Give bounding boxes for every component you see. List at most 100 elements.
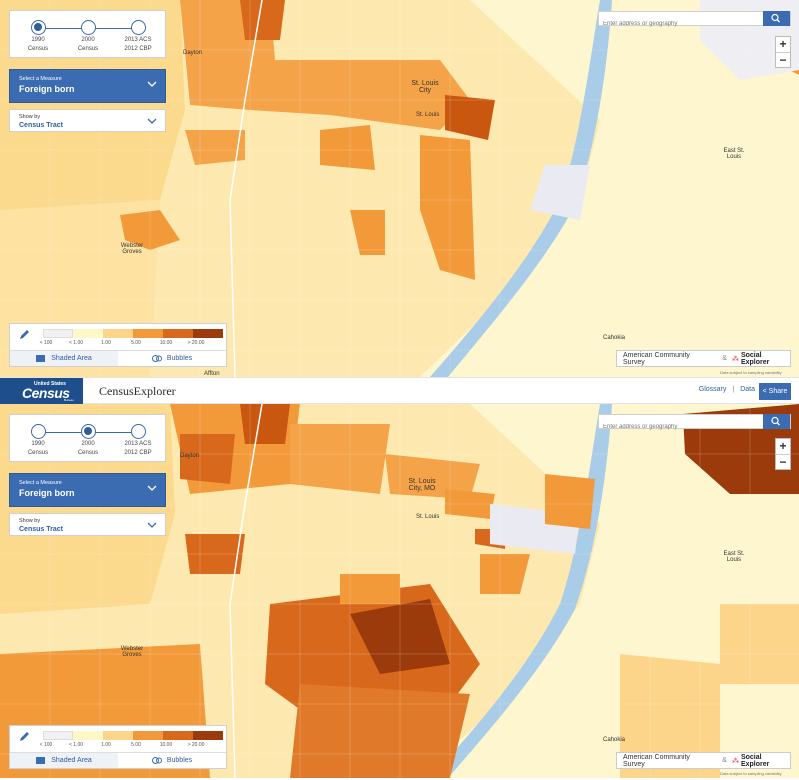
legend-label: 5.00 [131,742,141,748]
logo-census: Census [22,385,70,401]
legend-label: > 20.00 [187,340,205,346]
timeline-dot[interactable] [30,424,46,439]
measure-select[interactable]: Select a Measure Foreign born [9,69,166,103]
zoom-out-button[interactable]: − [776,454,790,469]
timeline-step-2013[interactable]: 2013 ACS 2012 CBP [114,424,162,457]
chevron-down-icon [147,485,157,491]
zoom-control: + − [775,438,791,470]
census-logo[interactable]: United States Census Bureau [0,378,83,405]
show-by-caption: Show by [19,114,41,120]
tab-label: Bubbles [166,355,193,362]
legend-label: < 1.00 [68,742,84,748]
search-button[interactable] [763,414,790,429]
tab-shaded-area[interactable]: Shaded Area [10,351,118,366]
place-label-cahokia: Cahokia [603,737,626,743]
timeline-source: Census [27,450,49,456]
social-explorer-brand[interactable]: Social Explorer [741,352,790,366]
legend-swatch [43,329,73,338]
tab-bubbles[interactable]: Bubbles [118,351,226,366]
legend: < 100 < 1.00 1.00 5.00 10.00 > 20.00 Sha… [9,725,227,769]
legend-label: > 20.00 [187,742,205,748]
legend-swatch [103,329,133,338]
link-separator: | [732,386,735,393]
social-explorer-icon: ⁂ [731,757,739,765]
search-input[interactable] [599,420,759,434]
timeline-step-2000[interactable]: 2000 Census [64,20,112,53]
pencil-icon[interactable] [18,329,30,341]
place-label-webster-groves: Webster Groves [120,646,144,658]
legend-label: 1.00 [101,742,111,748]
bubbles-icon [151,355,162,362]
show-by-select[interactable]: Show by Census Tract [9,109,166,132]
shaded-area-icon [36,355,46,362]
zoom-in-button[interactable]: + [776,439,790,454]
share-label: Share [768,388,788,395]
legend-label: 5.00 [131,340,141,346]
timeline-source: 2012 CBP [124,46,152,52]
legend-swatch [133,731,163,740]
app-title: CensusExplorer [99,384,176,398]
legend-label: < 100 [39,742,53,748]
share-button[interactable]: < Share [759,383,791,400]
zoom-in-button[interactable]: + [776,37,790,52]
timeline-source: Census [77,46,99,52]
search-box [598,414,791,434]
timeline-step-2013[interactable]: 2013 ACS 2012 CBP [114,20,162,53]
timeline-year: 1990 [31,441,45,447]
map-panel-2000: Dayton St. Louis City, MO St. Louis East… [0,404,799,778]
zoom-out-button[interactable]: − [776,52,790,67]
year-timeline: 1990 Census 2000 Census 2013 ACS 2012 CBP [9,10,166,58]
show-by-select[interactable]: Show by Census Tract [9,513,166,536]
measure-select[interactable]: Select a Measure Foreign born [9,473,166,507]
place-label-dayton: Dayton [180,453,200,459]
glossary-link[interactable]: Glossary [699,386,727,393]
tab-label: Shaded Area [51,757,92,764]
timeline-year: 2000 [81,441,95,447]
show-by-caption: Show by [19,518,41,524]
timeline-step-1990[interactable]: 1990 Census [14,424,62,457]
legend-swatch [193,329,223,338]
measure-value: Foreign born [19,488,75,498]
year-timeline: 1990 Census 2000 Census 2013 ACS 2012 CBP [9,414,166,462]
search-button[interactable] [763,11,790,26]
legend-swatch [163,329,193,338]
timeline-dot[interactable] [30,20,46,35]
shaded-area-icon [36,757,46,764]
timeline-source: Census [27,46,49,52]
search-input[interactable] [599,17,759,31]
timeline-year: 2013 ACS [124,37,152,43]
legend-swatch [43,731,73,740]
legend-swatches [43,329,223,338]
tab-bubbles[interactable]: Bubbles [118,753,226,768]
header-links: Glossary | Data [699,386,755,393]
pencil-icon[interactable] [18,731,30,743]
survey-name: American Community Survey [623,351,690,366]
place-label-st-louis: St. Louis [416,112,440,118]
show-by-value: Census Tract [19,526,63,533]
measure-value: Foreign born [19,84,75,94]
sampling-note: Data subject to sampling variability [720,370,782,375]
legend: < 100 < 1.00 1.00 5.00 10.00 > 20.00 Sha… [9,323,227,367]
timeline-dot[interactable] [80,20,96,35]
timeline-step-2000[interactable]: 2000 Census [64,424,112,457]
timeline-year: 2000 [81,37,95,43]
timeline-dot[interactable] [130,20,146,35]
chevron-down-icon [147,81,157,87]
legend-label: 1.00 [101,340,111,346]
tab-label: Shaded Area [51,355,92,362]
data-link[interactable]: Data [740,386,755,393]
timeline-step-1990[interactable]: 1990 Census [14,20,62,53]
measure-caption: Select a Measure [19,76,62,82]
timeline-dot[interactable] [130,424,146,439]
ampersand: & [722,757,727,764]
social-explorer-icon: ⁂ [731,355,739,363]
place-label-st-louis: St. Louis [416,514,440,520]
legend-label: 10.00 [159,340,173,346]
tab-shaded-area[interactable]: Shaded Area [10,753,118,768]
social-explorer-brand[interactable]: Social Explorer [741,754,790,768]
timeline-dot[interactable] [80,424,96,439]
map-panel-1990: Dayton St. Louis City St. Louis East St.… [0,0,799,377]
legend-label: < 100 [39,340,53,346]
legend-swatch [73,731,103,740]
search-icon [771,416,780,426]
